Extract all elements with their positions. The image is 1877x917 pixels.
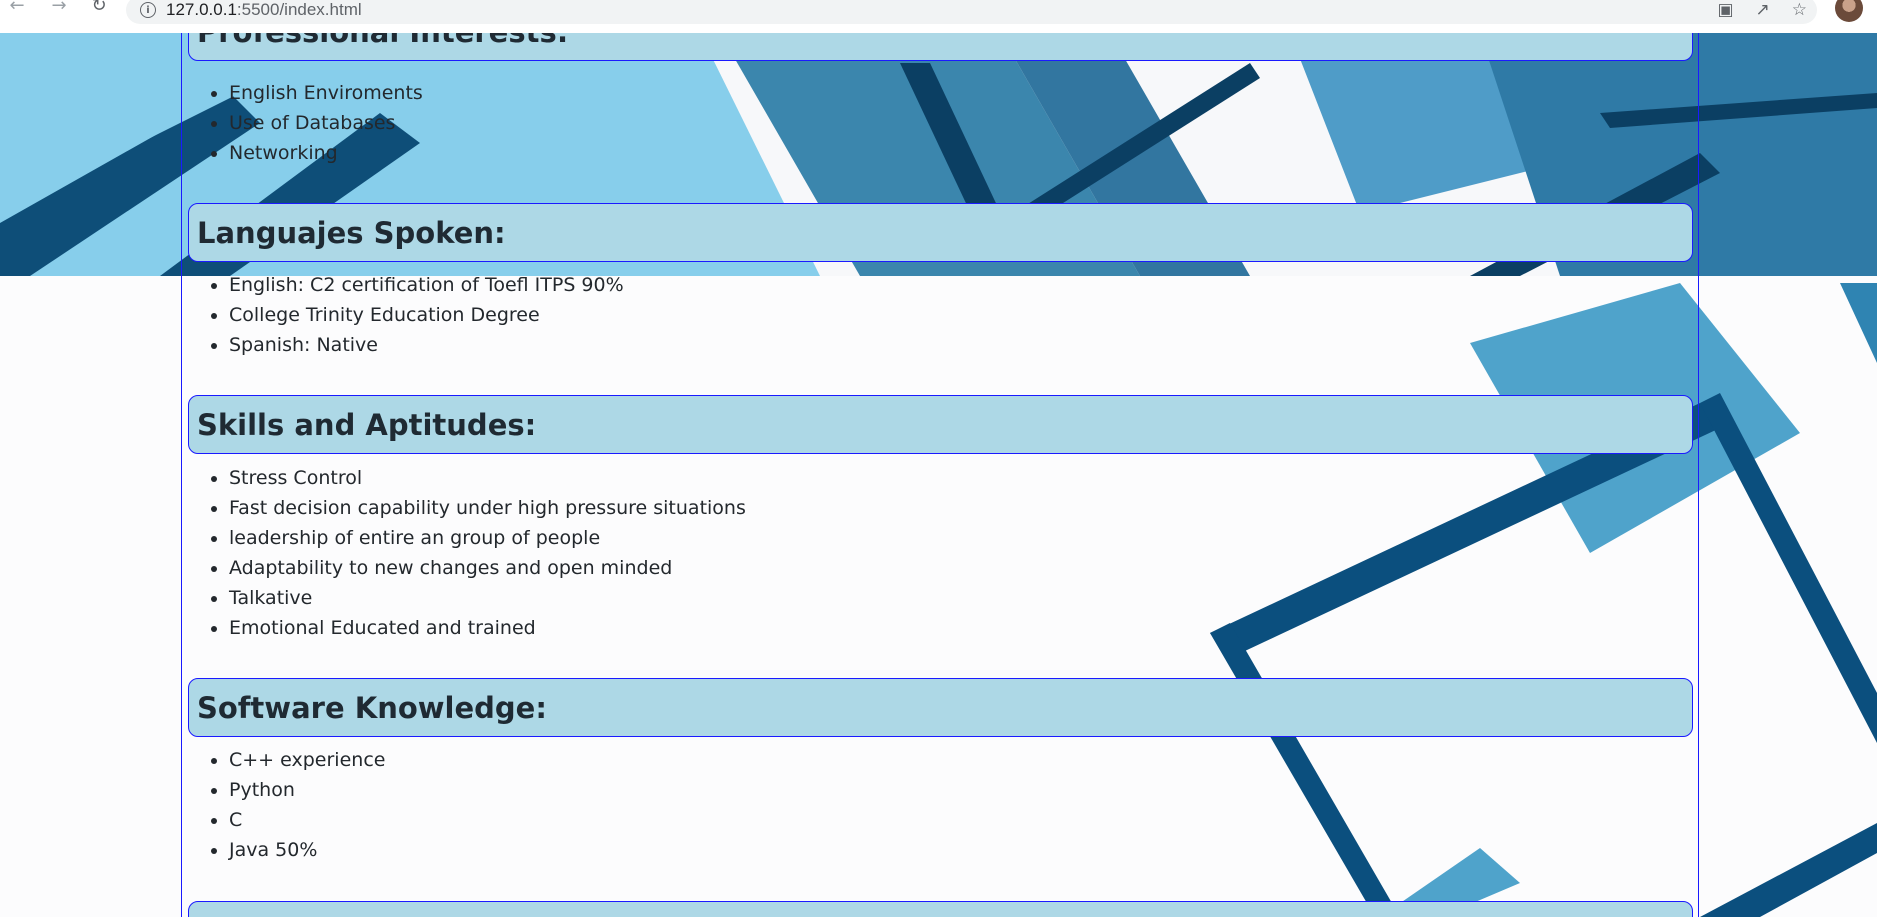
url-text[interactable]: 127.0.0.1:5500/index.html bbox=[166, 0, 362, 20]
list-item: Stress Control bbox=[229, 463, 746, 493]
section-title: Skills and Aptitudes: bbox=[197, 407, 537, 442]
list-item: English: C2 certification of Toefl ITPS … bbox=[229, 270, 624, 300]
back-icon[interactable]: ← bbox=[6, 0, 28, 16]
section-title: Professional Interests: bbox=[197, 33, 568, 49]
reload-icon[interactable]: ↻ bbox=[88, 0, 110, 16]
profile-avatar[interactable] bbox=[1835, 0, 1863, 22]
share-icon[interactable]: ↗ bbox=[1756, 0, 1770, 20]
resume-container: Professional Interests: English Envirome… bbox=[181, 33, 1699, 917]
address-bar[interactable]: i 127.0.0.1:5500/index.html ▣ ↗ ☆ bbox=[126, 0, 1817, 24]
section-title: Languajes Spoken: bbox=[197, 215, 506, 250]
list-item: Spanish: Native bbox=[229, 330, 624, 360]
software-knowledge-list: C++ experience Python C Java 50% bbox=[229, 745, 385, 865]
skills-aptitudes-list: Stress Control Fast decision capability … bbox=[229, 463, 746, 643]
list-item: Fast decision capability under high pres… bbox=[229, 493, 746, 523]
page-viewport: Professional Interests: English Envirome… bbox=[0, 33, 1877, 917]
section-header-skills-aptitudes: Skills and Aptitudes: bbox=[188, 395, 1693, 454]
section-header-professional-interests: Professional Interests: bbox=[188, 33, 1693, 61]
bookmark-star-icon[interactable]: ☆ bbox=[1792, 0, 1807, 20]
list-item: Java 50% bbox=[229, 835, 385, 865]
languages-spoken-list: English: C2 certification of Toefl ITPS … bbox=[229, 270, 624, 360]
site-info-icon[interactable]: i bbox=[140, 2, 156, 18]
url-path: :5500/index.html bbox=[236, 0, 362, 19]
section-header-next bbox=[188, 901, 1693, 917]
section-title: Software Knowledge: bbox=[197, 690, 547, 725]
list-item: leadership of entire an group of people bbox=[229, 523, 746, 553]
professional-interests-list: English Enviroments Use of Databases Net… bbox=[229, 78, 423, 168]
list-item: Adaptability to new changes and open min… bbox=[229, 553, 746, 583]
list-item: Talkative bbox=[229, 583, 746, 613]
list-item: Python bbox=[229, 775, 385, 805]
translate-icon[interactable]: ▣ bbox=[1717, 0, 1733, 20]
address-bar-actions: ▣ ↗ ☆ bbox=[1717, 0, 1807, 24]
section-header-software-knowledge: Software Knowledge: bbox=[188, 678, 1693, 737]
list-item: College Trinity Education Degree bbox=[229, 300, 624, 330]
list-item: Emotional Educated and trained bbox=[229, 613, 746, 643]
section-header-languages-spoken: Languajes Spoken: bbox=[188, 203, 1693, 262]
forward-icon[interactable]: → bbox=[48, 0, 70, 16]
list-item: C++ experience bbox=[229, 745, 385, 775]
list-item: Use of Databases bbox=[229, 108, 423, 138]
list-item: English Enviroments bbox=[229, 78, 423, 108]
browser-toolbar: ← → ↻ i 127.0.0.1:5500/index.html ▣ ↗ ☆ bbox=[0, 0, 1877, 33]
url-host: 127.0.0.1 bbox=[166, 0, 237, 19]
list-item: Networking bbox=[229, 138, 423, 168]
list-item: C bbox=[229, 805, 385, 835]
